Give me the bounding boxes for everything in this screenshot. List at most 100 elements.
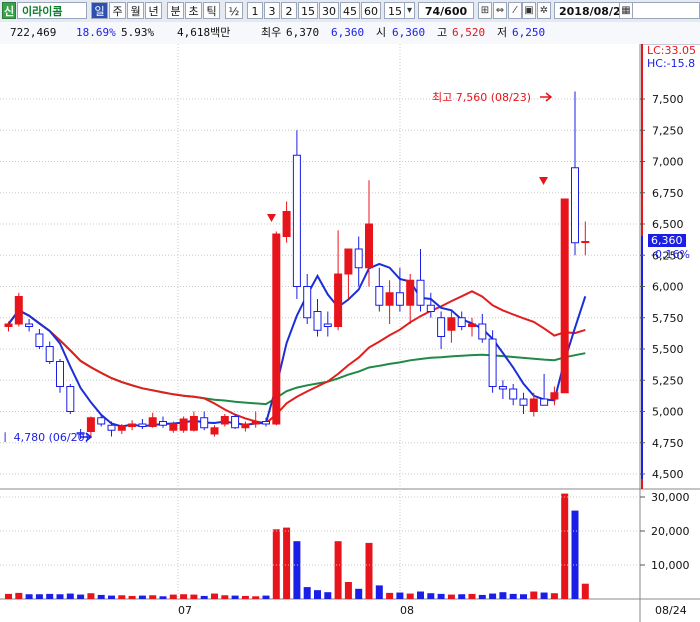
price-tick-label: 5,500 xyxy=(652,343,684,356)
volume-tick-label: 30,000 xyxy=(651,491,690,504)
volume-bar xyxy=(149,595,157,599)
candle xyxy=(107,424,116,431)
volume-bars xyxy=(5,493,589,599)
candle xyxy=(323,323,332,327)
volume-bar xyxy=(581,583,589,599)
volume-bar xyxy=(478,594,486,599)
interval-30[interactable]: 30 xyxy=(319,2,339,19)
candle xyxy=(117,426,126,431)
candle xyxy=(138,423,147,427)
daily-toggle[interactable]: 일 xyxy=(91,2,108,19)
zoom-icon[interactable]: ⇔ xyxy=(493,2,507,19)
min-annotation-text: ㅣ 4,780 (06/20) xyxy=(0,431,89,444)
volume-bar xyxy=(468,593,476,599)
price-tick-label: 4,750 xyxy=(652,437,684,450)
candle xyxy=(509,388,518,400)
candle xyxy=(313,311,322,331)
candle xyxy=(375,286,384,306)
period-monthly[interactable]: 월 xyxy=(127,2,144,19)
candle xyxy=(282,211,291,237)
volume-bar xyxy=(87,593,95,599)
candle xyxy=(437,317,446,337)
interval-3[interactable]: 3 xyxy=(264,2,280,19)
volume-bar xyxy=(447,594,455,599)
candle xyxy=(385,292,394,306)
candle xyxy=(200,417,209,429)
candle xyxy=(128,423,137,427)
price-tick-label: 5,750 xyxy=(652,312,684,325)
interval-2[interactable]: 2 xyxy=(281,2,297,19)
open-price: 6,360 xyxy=(392,26,426,39)
period-tick[interactable]: 틱 xyxy=(203,2,220,19)
line-tool-icon[interactable]: ⁄ xyxy=(508,2,522,19)
volume-tick-label: 10,000 xyxy=(651,559,690,572)
candle xyxy=(56,361,64,387)
calendar-icon[interactable]: ▦ xyxy=(619,2,633,19)
volume-bar xyxy=(66,593,74,599)
low-price: 6,250 xyxy=(512,26,546,39)
candle xyxy=(4,323,13,327)
candle xyxy=(457,317,466,327)
settings-icon[interactable]: ✲ xyxy=(537,2,551,19)
period-yearly[interactable]: 년 xyxy=(145,2,162,19)
period-second[interactable]: 초 xyxy=(185,2,202,19)
volume-bar xyxy=(365,542,373,599)
candle xyxy=(159,421,167,426)
candle xyxy=(354,248,363,269)
candle xyxy=(488,338,497,387)
lc-label: LC:33.05 xyxy=(647,44,696,57)
interval-1[interactable]: 1 xyxy=(247,2,263,19)
grid-icon[interactable]: ⊞ xyxy=(478,2,492,19)
candle xyxy=(97,417,106,425)
half-button[interactable]: ½ xyxy=(225,2,243,19)
dropdown-icon[interactable]: ▾ xyxy=(404,2,415,19)
date-label: 08/24 xyxy=(655,604,687,617)
candle xyxy=(519,398,528,406)
volume-bar xyxy=(77,594,85,599)
candle xyxy=(540,398,549,406)
change-rate: 18.69% xyxy=(76,26,116,39)
candle xyxy=(498,386,507,390)
candle xyxy=(416,279,425,306)
candle xyxy=(35,333,44,347)
interval-60[interactable]: 60 xyxy=(361,2,381,19)
count-value: 74 xyxy=(424,5,441,18)
volume-bar xyxy=(314,590,321,599)
candle xyxy=(262,421,270,425)
open-label: 시 xyxy=(376,26,387,39)
max-annotation: 최고 7,560 (08/23) xyxy=(432,91,531,104)
save-icon[interactable]: ▣ xyxy=(522,2,536,19)
period-weekly[interactable]: 주 xyxy=(109,2,126,19)
volume-bar xyxy=(272,529,280,599)
volume-bar xyxy=(489,593,497,599)
candle xyxy=(365,223,373,269)
candle xyxy=(468,323,476,327)
volume-bar xyxy=(221,595,229,599)
price-axis: 7,5007,2507,0006,7506,5006,2506,0005,750… xyxy=(640,93,684,481)
price-tick-label: 7,250 xyxy=(652,124,684,137)
volume-bar xyxy=(571,510,579,599)
date-axis: 07 08 08/24 xyxy=(178,604,687,617)
volume-axis: 30,000 20,000 10,000 xyxy=(0,491,690,572)
volume-bar xyxy=(128,595,136,599)
volume-bar xyxy=(293,541,301,599)
interval-45[interactable]: 45 xyxy=(340,2,360,19)
volume-bar xyxy=(499,592,507,599)
price-tick-label: 7,000 xyxy=(652,156,684,169)
current-price-label: 6,360 xyxy=(651,234,683,247)
best-label: 최우 xyxy=(261,26,282,39)
current-price: 6,360 xyxy=(331,26,365,39)
low-label: 저 xyxy=(497,26,508,39)
stock-name-field[interactable]: 이라이콤 xyxy=(17,2,87,19)
candle xyxy=(66,386,75,412)
hc-label: HC:-15.8 xyxy=(647,57,695,70)
date-label: 08 xyxy=(400,604,414,617)
volume-bar xyxy=(211,593,218,599)
candle xyxy=(344,248,353,275)
interval-15[interactable]: 15 xyxy=(298,2,318,19)
volume-bar xyxy=(97,594,105,599)
price-tick-label: 5,250 xyxy=(652,374,684,387)
period-minute[interactable]: 분 xyxy=(167,2,184,19)
count-field[interactable]: 74/600 xyxy=(418,2,474,19)
volume-bar xyxy=(56,594,64,599)
